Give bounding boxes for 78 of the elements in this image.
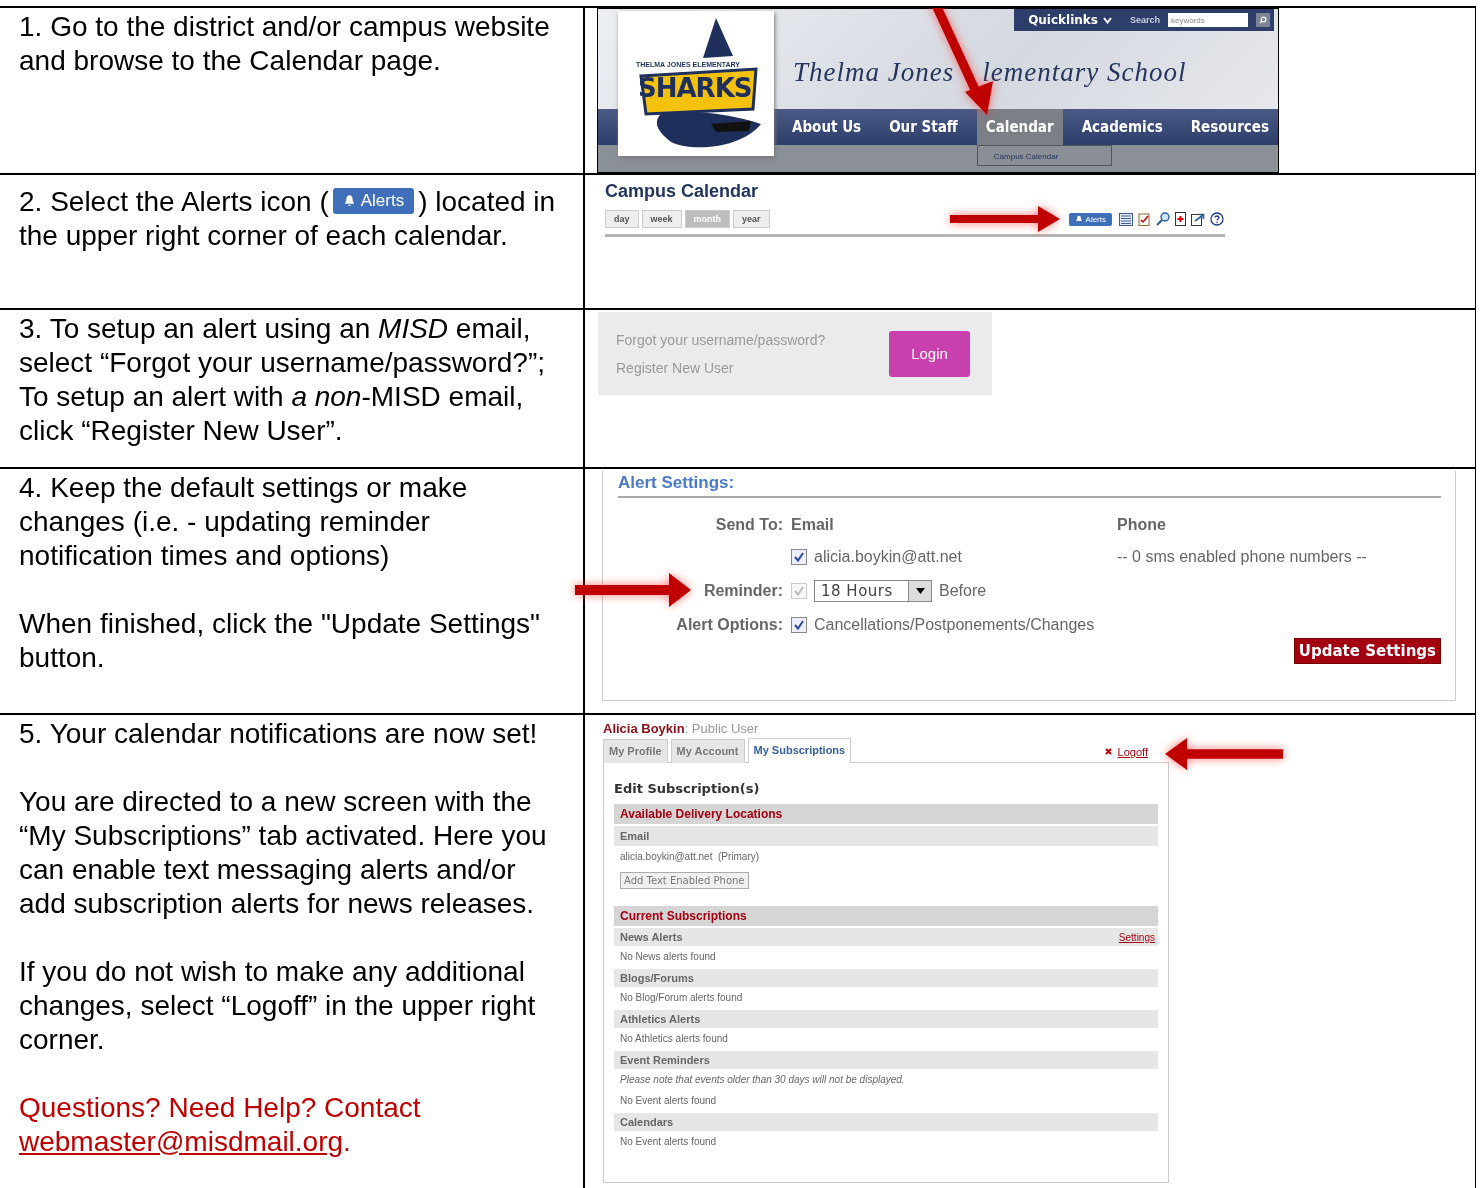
view-tab[interactable]: week xyxy=(641,210,682,228)
logoff-link[interactable]: Logoff xyxy=(1117,746,1148,758)
column-heading: Email xyxy=(791,516,835,534)
view-tab[interactable]: year xyxy=(733,210,770,228)
instruction-text: 2. Select the Alerts icon ( Alerts ) located in the upper right corner of each calendar. xyxy=(19,185,557,253)
group-header: News Alerts xyxy=(620,931,683,943)
column-heading: Phone xyxy=(1117,516,1167,534)
checkbox[interactable] xyxy=(791,549,807,565)
empty-message: No Event alerts found xyxy=(619,1094,718,1108)
quicklinks-menu[interactable]: Quicklinks xyxy=(1028,13,1112,27)
empty-message: No Event alerts found xyxy=(619,1135,718,1149)
calendar-title: Campus Calendar xyxy=(605,181,760,202)
settings-link[interactable]: Settings xyxy=(1118,931,1155,943)
bell-icon xyxy=(1074,215,1083,223)
group-header: Athletics Alerts xyxy=(620,1013,701,1025)
email-address: alicia.boykin@att.net xyxy=(814,548,962,566)
close-icon xyxy=(1104,748,1112,755)
search-field[interactable]: keywords xyxy=(1168,13,1248,27)
search-button[interactable] xyxy=(1256,13,1270,27)
user-role: : Public User xyxy=(684,721,759,736)
instruction-text: 3. To setup an alert using an MISD email, select “Forgot your username/password?”; To setup an alert with a non-MISD email, click “Register New User”. xyxy=(19,312,546,448)
nav-item[interactable]: Our Staff xyxy=(880,109,967,145)
group-header: Calendars xyxy=(620,1116,674,1128)
tab[interactable]: My Profile xyxy=(603,739,668,763)
empty-message: No Athletics alerts found xyxy=(619,1032,729,1046)
view-tab[interactable]: day xyxy=(605,210,639,228)
nav-item[interactable]: About Us xyxy=(783,109,871,145)
dropdown-item[interactable]: Campus Calendar xyxy=(976,145,1112,166)
section-header: Current Subscriptions xyxy=(614,906,1158,926)
option-label: Cancellations/Postponements/Changes xyxy=(814,616,1095,634)
field-label: Send To: xyxy=(714,516,783,534)
checkbox[interactable] xyxy=(791,617,807,633)
section-heading: Edit Subscription(s) xyxy=(614,781,761,796)
panel-title: Alert Settings: xyxy=(618,473,1441,498)
suffix-text: Before xyxy=(939,582,987,600)
instruction-text: You are directed to a new screen with the “My Subscriptions” tab activated. Here you can enable text messaging alerts and/or add subscription alerts for news releases. xyxy=(19,785,548,921)
help-icon[interactable] xyxy=(1210,212,1224,226)
note-text: Please note that events older than 30 days will not be displayed. xyxy=(619,1073,906,1087)
school-name: lementary School xyxy=(982,57,1187,88)
school-name: Thelma Jones xyxy=(793,57,955,88)
alerts-button[interactable]: Alerts xyxy=(1068,212,1112,226)
instruction-text: When finished, click the "Update Settings" button. xyxy=(19,607,542,675)
nav-item[interactable]: Resources xyxy=(1181,109,1279,145)
group-header: Email xyxy=(614,826,1158,846)
group-header: Blogs/Forums xyxy=(620,972,694,984)
chevron-down-icon xyxy=(1102,16,1112,24)
bell-icon xyxy=(342,194,356,207)
primary-note: (Primary) xyxy=(718,851,760,862)
export-icon[interactable] xyxy=(1191,212,1205,226)
search-label: Search xyxy=(1129,15,1160,25)
instruction-text: If you do not wish to make any additional changes, select “Logoff” in the upper right corner. xyxy=(19,955,537,1057)
section-header: Available Delivery Locations xyxy=(614,804,1158,824)
tab[interactable]: My Account xyxy=(670,739,745,763)
help-text: Questions? Need Help? Contact webmaster@misdmail.org. xyxy=(19,1091,422,1159)
update-settings-button[interactable]: Update Settings xyxy=(1293,638,1441,664)
instruction-text: 4. Keep the default settings or make changes (i.e. - updating reminder notification times and options) xyxy=(19,471,469,573)
email-address: alicia.boykin@att.net xyxy=(620,851,713,862)
document-plus-icon[interactable] xyxy=(1175,212,1186,226)
field-label: Reminder: xyxy=(702,582,783,600)
field-label: Alert Options: xyxy=(675,616,783,634)
search-icon[interactable] xyxy=(1156,212,1170,226)
empty-message: No Blog/Forum alerts found xyxy=(619,991,744,1005)
user-name: Alicia Boykin xyxy=(603,721,685,736)
instruction-text: 5. Your calendar notifications are now set! xyxy=(19,717,539,751)
nav-item[interactable]: Calendar xyxy=(976,109,1063,145)
empty-message: No News alerts found xyxy=(619,950,717,964)
email-link[interactable]: webmaster@misdmail.org xyxy=(19,1126,344,1157)
clipboard-icon[interactable] xyxy=(1138,212,1151,226)
list-icon[interactable] xyxy=(1119,212,1133,226)
login-button[interactable]: Login xyxy=(889,330,970,377)
instruction-text: 1. Go to the district and/or campus website and browse to the Calendar page. xyxy=(19,10,551,78)
nav-item[interactable]: Academics xyxy=(1072,109,1172,145)
caret-icon xyxy=(915,588,925,594)
phone-note: -- 0 sms enabled phone numbers -- xyxy=(1117,548,1368,566)
tab[interactable]: My Subscriptions xyxy=(747,738,852,763)
group-header: Event Reminders xyxy=(620,1054,710,1066)
alerts-badge: Alerts xyxy=(332,187,415,214)
add-phone-button[interactable]: Add Text Enabled Phone xyxy=(620,872,749,889)
